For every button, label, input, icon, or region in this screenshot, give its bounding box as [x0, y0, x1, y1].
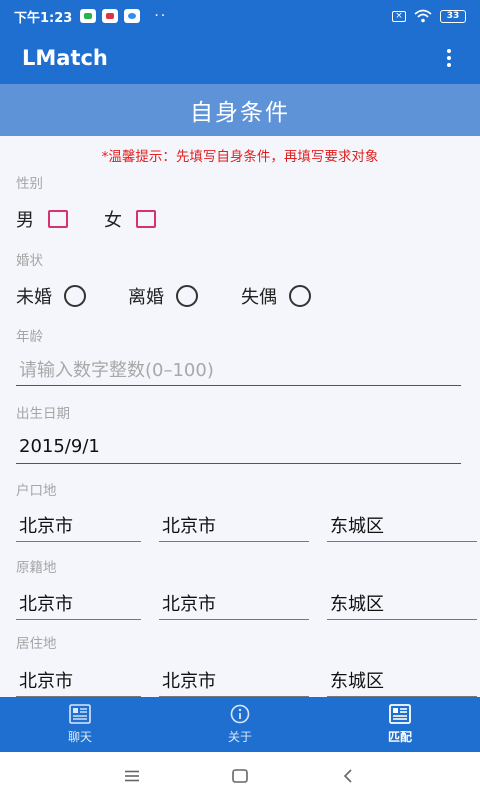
info-icon: [230, 704, 250, 724]
status-time: 下午1:23: [14, 10, 73, 26]
origin-label: 原籍地: [16, 560, 57, 576]
marital-widowed-radio[interactable]: [289, 285, 311, 307]
residence-city-select[interactable]: 北京市: [159, 663, 309, 697]
back-chevron-icon: [343, 769, 352, 783]
age-label: 年龄: [16, 329, 43, 345]
chat-app-icon: [124, 9, 141, 23]
birth-date-label: 出生日期: [16, 406, 70, 422]
overflow-menu-icon[interactable]: [440, 46, 458, 70]
back-button[interactable]: [334, 762, 362, 790]
origin-district-select[interactable]: 东城区: [327, 586, 477, 620]
status-bar: 下午1:23 ·· × 33: [0, 0, 480, 32]
marital-divorced-radio[interactable]: [176, 285, 198, 307]
form-content[interactable]: *温馨提示：先填写自身条件，再填写要求对象 性别 男 女 婚状 未婚 离婚 失偶…: [0, 136, 480, 697]
section-title: 自身条件: [0, 84, 480, 136]
app-bar: LMatch: [0, 32, 480, 84]
nav-chat[interactable]: 聊天: [0, 697, 160, 752]
marital-widowed-option[interactable]: 失偶: [241, 283, 311, 309]
nav-about-label: 关于: [227, 730, 252, 744]
marital-divorced-option[interactable]: 离婚: [128, 283, 198, 309]
hukou-label: 户口地: [16, 483, 57, 499]
gender-female-option[interactable]: 女: [104, 206, 156, 232]
match-card-icon: [389, 704, 411, 724]
gender-female-checkbox[interactable]: [136, 210, 156, 228]
bottom-nav: 聊天 关于 匹配: [0, 697, 480, 752]
origin-province-select[interactable]: 北京市: [16, 586, 141, 620]
recent-apps-button[interactable]: [118, 762, 146, 790]
marital-unmarried-radio[interactable]: [64, 285, 86, 307]
marital-widowed-label: 失偶: [241, 287, 277, 308]
more-notifications-icon: ··: [154, 8, 168, 24]
marital-divorced-label: 离婚: [128, 287, 164, 308]
menu-icon: [125, 770, 139, 782]
gender-female-label: 女: [104, 210, 122, 231]
tip-text: *温馨提示：先填写自身条件，再填写要求对象: [101, 149, 379, 165]
marital-unmarried-label: 未婚: [16, 287, 52, 308]
gender-male-label: 男: [16, 210, 34, 231]
gender-label: 性别: [16, 176, 43, 192]
hukou-district-select[interactable]: 东城区: [327, 508, 477, 542]
hukou-province-select[interactable]: 北京市: [16, 508, 141, 542]
system-nav-bar: [0, 752, 480, 800]
wifi-icon: [414, 9, 432, 23]
residence-district-select[interactable]: 东城区: [327, 663, 477, 697]
age-input[interactable]: 请输入数字整数(0–100): [16, 352, 461, 386]
battery-icon: 33: [440, 9, 466, 23]
gender-male-checkbox[interactable]: [48, 210, 68, 228]
nav-match[interactable]: 匹配: [320, 697, 480, 752]
nav-about[interactable]: 关于: [160, 697, 320, 752]
residence-province-select[interactable]: 北京市: [16, 663, 141, 697]
birth-date-field[interactable]: 2015/9/1: [16, 430, 461, 464]
hukou-city-select[interactable]: 北京市: [159, 508, 309, 542]
nav-chat-label: 聊天: [67, 730, 92, 744]
video-app-icon: [102, 9, 119, 23]
marital-label: 婚状: [16, 253, 43, 269]
app-title: LMatch: [22, 46, 108, 70]
home-button[interactable]: [226, 762, 254, 790]
notification-app-icon: [80, 9, 97, 23]
chat-list-icon: [69, 704, 91, 724]
origin-city-select[interactable]: 北京市: [159, 586, 309, 620]
marital-unmarried-option[interactable]: 未婚: [16, 283, 86, 309]
nav-match-label: 匹配: [387, 730, 412, 744]
gender-male-option[interactable]: 男: [16, 206, 68, 232]
no-sim-icon: ×: [392, 10, 406, 22]
home-square-icon: [232, 769, 248, 783]
residence-label: 居住地: [16, 636, 57, 652]
